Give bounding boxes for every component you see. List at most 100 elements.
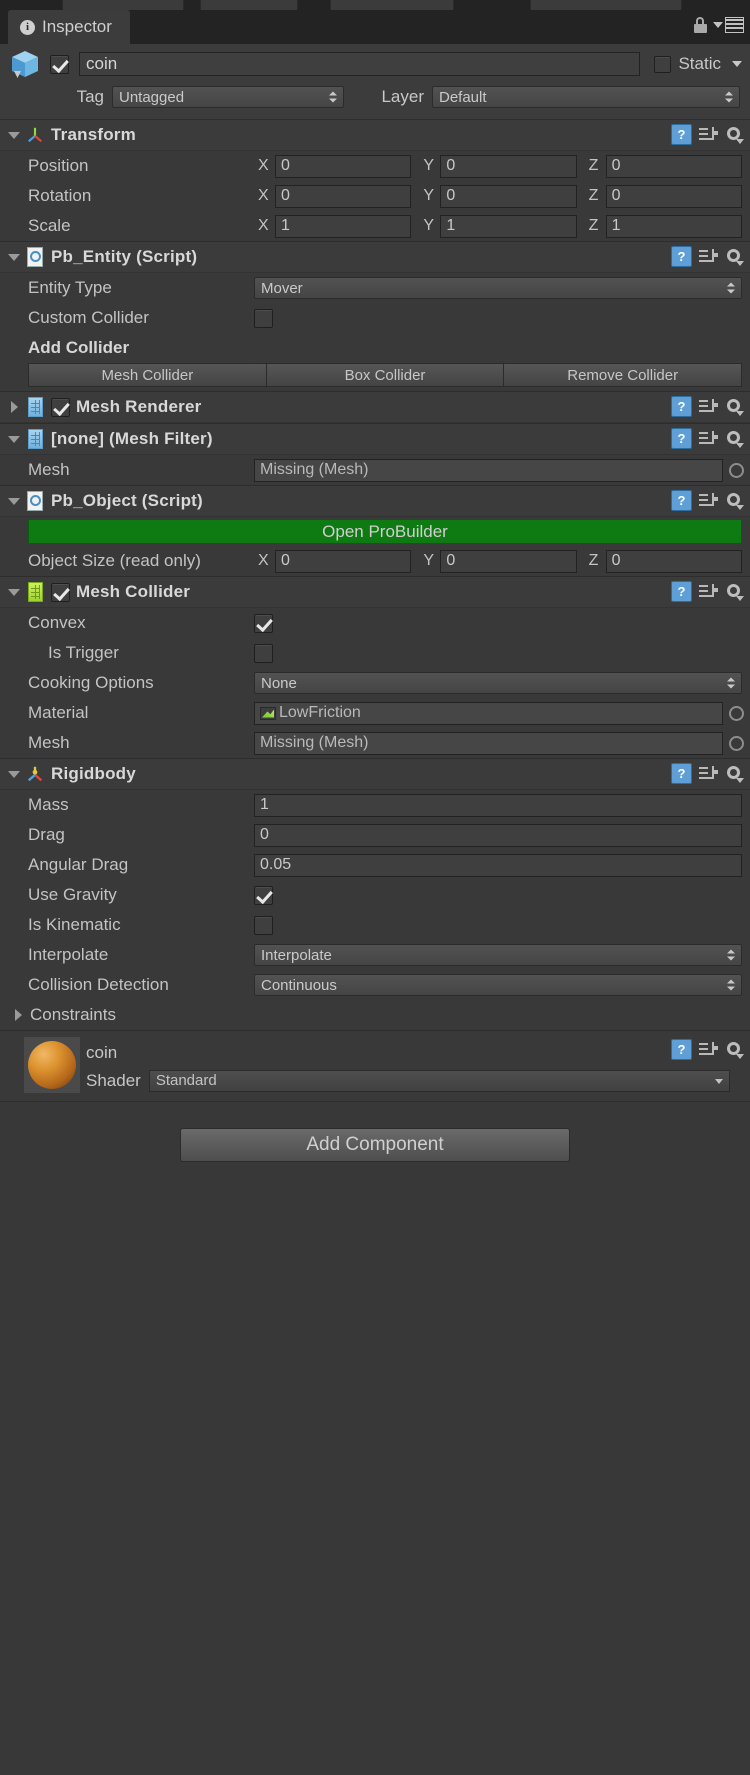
rigidbody-foldout-toggle[interactable] bbox=[6, 770, 22, 778]
chevron-down-icon bbox=[8, 497, 20, 505]
component-header-rigidbody[interactable]: Rigidbody ? bbox=[0, 759, 750, 790]
box-collider-button[interactable]: Box Collider bbox=[266, 363, 505, 387]
component-header-transform[interactable]: Transform ? bbox=[0, 120, 750, 151]
preset-icon[interactable] bbox=[699, 492, 718, 509]
transform-foldout-toggle[interactable] bbox=[6, 131, 22, 139]
open-probuilder-button[interactable]: Open ProBuilder bbox=[28, 519, 742, 544]
help-icon[interactable]: ? bbox=[671, 428, 692, 449]
component-header-pb-object[interactable]: Pb_Object (Script) ? bbox=[0, 486, 750, 517]
help-icon[interactable]: ? bbox=[671, 124, 692, 145]
use-gravity-checkbox[interactable] bbox=[254, 885, 273, 905]
layer-dropdown[interactable]: Default bbox=[432, 86, 740, 108]
help-icon[interactable]: ? bbox=[671, 763, 692, 784]
tab-inspector[interactable]: i Inspector bbox=[8, 10, 130, 44]
preset-icon[interactable] bbox=[699, 765, 718, 782]
collider-material-object-picker-icon[interactable] bbox=[729, 705, 744, 721]
drag-input[interactable]: 0 bbox=[254, 823, 742, 847]
remove-collider-button[interactable]: Remove Collider bbox=[504, 363, 743, 387]
gear-icon[interactable] bbox=[725, 125, 744, 144]
cooking-options-dropdown[interactable]: None bbox=[254, 672, 742, 694]
gameobject-name-input[interactable]: coin bbox=[79, 52, 641, 76]
help-icon[interactable]: ? bbox=[671, 1039, 692, 1060]
mesh-filter-object-picker-icon[interactable] bbox=[729, 462, 744, 478]
hamburger-menu-icon[interactable] bbox=[713, 17, 744, 33]
position-x-input[interactable]: 0 bbox=[275, 154, 412, 178]
help-icon[interactable]: ? bbox=[671, 490, 692, 511]
mesh-renderer-foldout-toggle[interactable] bbox=[6, 401, 22, 413]
position-vector3: X 0 Y 0 Z 0 bbox=[254, 154, 744, 178]
is-trigger-label: Is Trigger bbox=[48, 643, 119, 662]
preset-icon[interactable] bbox=[699, 430, 718, 447]
component-header-mesh-collider[interactable]: Mesh Collider ? bbox=[0, 577, 750, 608]
rotation-y-input[interactable]: 0 bbox=[440, 184, 577, 208]
preset-icon[interactable] bbox=[699, 583, 718, 600]
convex-checkbox[interactable] bbox=[254, 613, 273, 633]
component-mesh-renderer: Mesh Renderer ? bbox=[0, 392, 750, 424]
gear-icon[interactable] bbox=[725, 582, 744, 601]
component-title-pb-entity: Pb_Entity (Script) bbox=[51, 247, 198, 266]
scale-x-input[interactable]: 1 bbox=[275, 214, 412, 238]
mesh-filter-foldout-toggle[interactable] bbox=[6, 435, 22, 443]
add-component-button[interactable]: Add Component bbox=[180, 1128, 570, 1162]
tag-dropdown[interactable]: Untagged bbox=[112, 86, 344, 108]
help-icon[interactable]: ? bbox=[671, 246, 692, 267]
shader-dropdown[interactable]: Standard bbox=[148, 1069, 730, 1092]
mesh-collider-foldout-toggle[interactable] bbox=[6, 588, 22, 596]
component-pb-object: Pb_Object (Script) ? Open ProBuilder Obj… bbox=[0, 486, 750, 577]
scale-y-input[interactable]: 1 bbox=[440, 214, 577, 238]
axis-gizmo-icon-svg bbox=[27, 127, 43, 143]
is-kinematic-checkbox[interactable] bbox=[254, 915, 273, 935]
collision-detection-dropdown[interactable]: Continuous bbox=[254, 974, 742, 996]
constraints-row[interactable]: Constraints bbox=[0, 1000, 750, 1030]
material-name: coin bbox=[86, 1042, 118, 1062]
pb-object-foldout-toggle[interactable] bbox=[6, 497, 22, 505]
mesh-collider-button[interactable]: Mesh Collider bbox=[28, 363, 267, 387]
static-dropdown-caret-icon[interactable] bbox=[732, 61, 742, 67]
angular-drag-input[interactable]: 0.05 bbox=[254, 853, 742, 877]
gear-icon[interactable] bbox=[725, 429, 744, 448]
static-checkbox[interactable] bbox=[654, 55, 672, 73]
position-y-input[interactable]: 0 bbox=[440, 154, 577, 178]
rotation-x-input[interactable]: 0 bbox=[275, 184, 412, 208]
entity-type-dropdown[interactable]: Mover bbox=[254, 277, 742, 299]
chevron-down-icon bbox=[8, 131, 20, 139]
collider-mesh-object-picker-icon[interactable] bbox=[729, 735, 744, 751]
preset-icon[interactable] bbox=[699, 126, 718, 143]
gear-icon[interactable] bbox=[725, 491, 744, 510]
preset-icon[interactable] bbox=[699, 248, 718, 265]
add-collider-button-row: Mesh Collider Box Collider Remove Collid… bbox=[0, 361, 750, 391]
tag-label: Tag bbox=[76, 87, 104, 106]
rotation-z-input[interactable]: 0 bbox=[605, 184, 742, 208]
mesh-filter-mesh-objectfield[interactable]: Missing (Mesh) bbox=[254, 458, 723, 482]
interpolate-dropdown[interactable]: Interpolate bbox=[254, 944, 742, 966]
component-header-pb-entity[interactable]: Pb_Entity (Script) ? bbox=[0, 242, 750, 273]
mesh-renderer-enabled-checkbox[interactable] bbox=[51, 397, 70, 417]
custom-collider-label: Custom Collider bbox=[28, 308, 149, 327]
gear-icon[interactable] bbox=[725, 1040, 744, 1059]
collider-material-objectfield[interactable]: LowFriction bbox=[254, 701, 723, 725]
gear-icon[interactable] bbox=[725, 247, 744, 266]
mesh-collider-enabled-checkbox[interactable] bbox=[51, 582, 70, 602]
scale-z-input[interactable]: 1 bbox=[605, 214, 742, 238]
preset-icon[interactable] bbox=[699, 398, 718, 415]
material-foldout-toggle[interactable] bbox=[6, 1037, 22, 1093]
is-trigger-checkbox[interactable] bbox=[254, 643, 273, 663]
pb-entity-foldout-toggle[interactable] bbox=[6, 253, 22, 261]
help-icon[interactable]: ? bbox=[671, 581, 692, 602]
is-kinematic-row: Is Kinematic bbox=[0, 910, 750, 940]
collider-mesh-objectfield[interactable]: Missing (Mesh) bbox=[254, 731, 723, 755]
custom-collider-checkbox[interactable] bbox=[254, 308, 273, 328]
component-header-mesh-filter[interactable]: [none] (Mesh Filter) ? bbox=[0, 424, 750, 455]
constraints-foldout-toggle[interactable] bbox=[10, 1009, 26, 1021]
component-header-mesh-renderer[interactable]: Mesh Renderer ? bbox=[0, 392, 750, 423]
gameobject-enabled-checkbox[interactable] bbox=[50, 54, 69, 74]
mass-input[interactable]: 1 bbox=[254, 793, 742, 817]
lock-icon[interactable] bbox=[694, 17, 707, 33]
entity-type-row: Entity Type Mover bbox=[0, 273, 750, 303]
preset-icon[interactable] bbox=[699, 1041, 718, 1058]
gear-icon[interactable] bbox=[725, 397, 744, 416]
help-icon[interactable]: ? bbox=[671, 396, 692, 417]
gear-icon[interactable] bbox=[725, 764, 744, 783]
position-z-input[interactable]: 0 bbox=[605, 154, 742, 178]
component-header-buttons-mesh-renderer: ? bbox=[671, 396, 744, 417]
